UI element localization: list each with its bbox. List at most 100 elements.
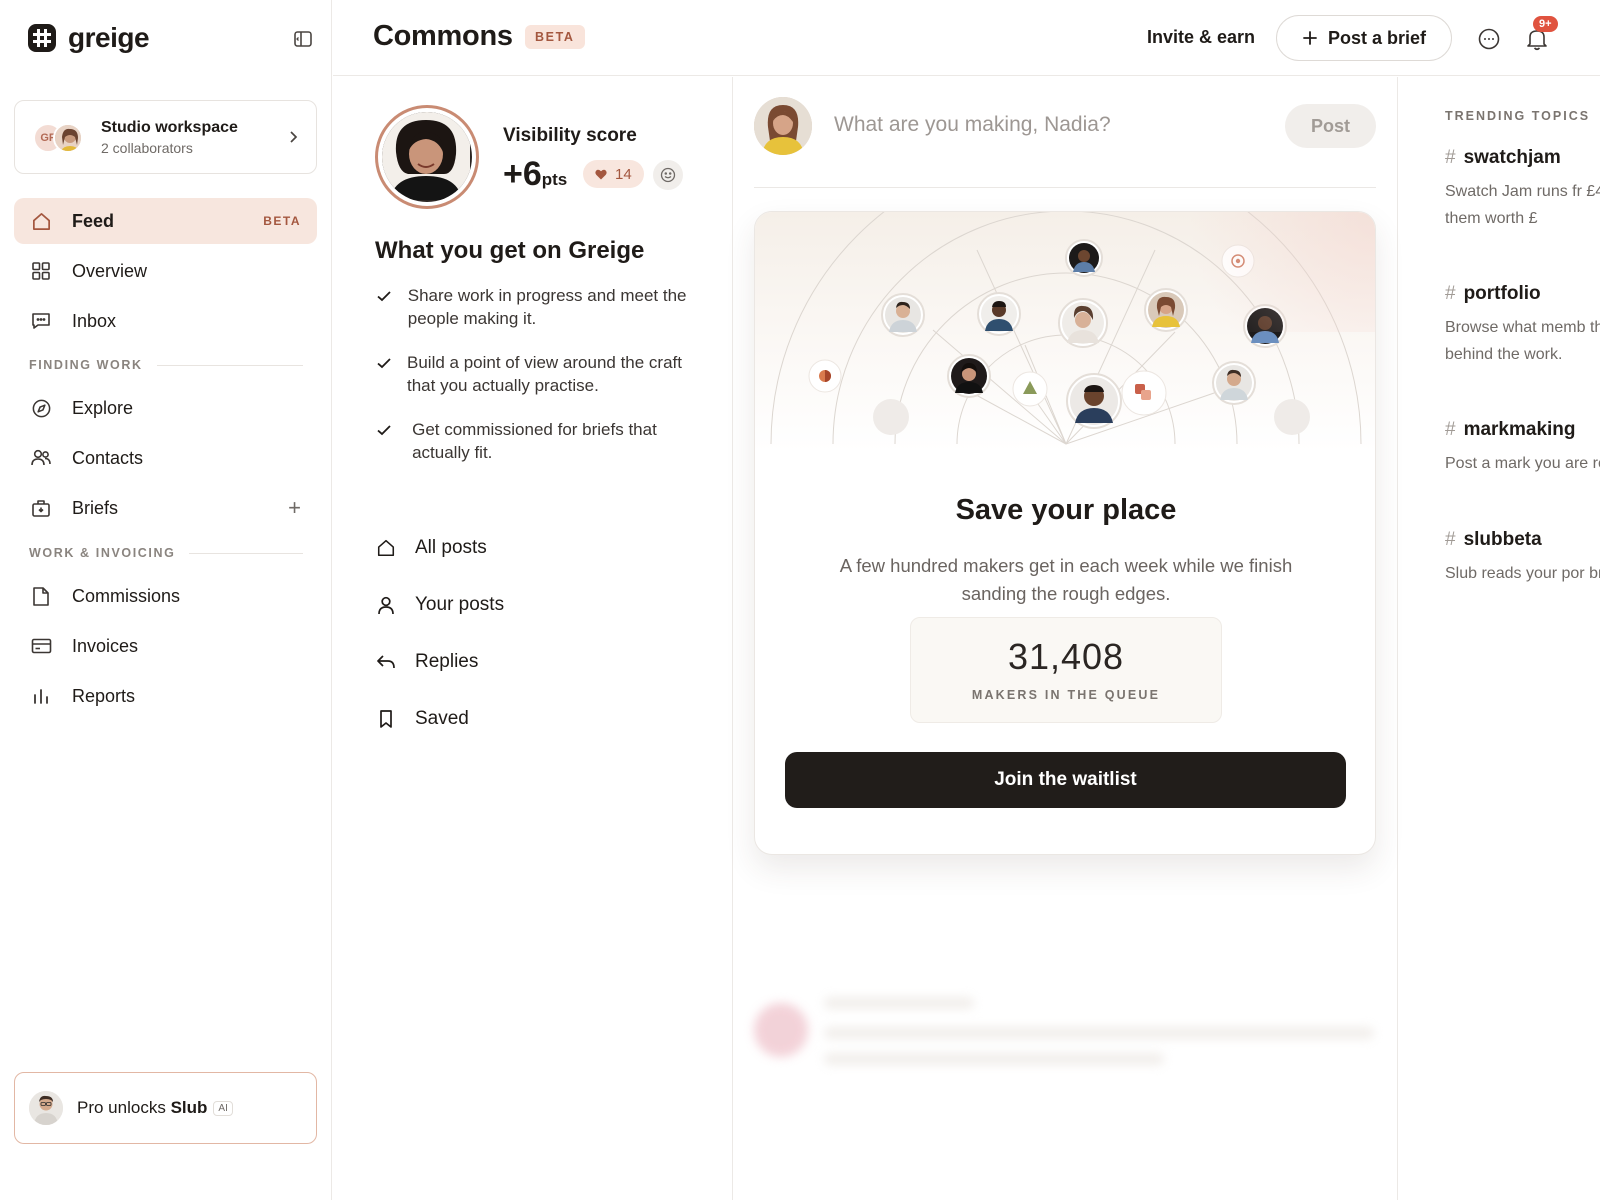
composer-avatar [754,97,812,155]
topic-tag: # slubbeta [1445,529,1600,551]
collaborator-avatar [53,123,83,153]
waitlist-description: A few hundred makers get in each week wh… [839,555,1293,604]
hash-icon: # [1445,419,1456,440]
benefit-text: Get commissioned for briefs that actuall… [412,420,657,462]
topic-tag-label: swatchjam [1463,147,1561,168]
add-brief-button[interactable]: + [288,495,301,521]
benefit-item: Get commissioned for briefs that actuall… [375,418,705,464]
heart-icon [595,169,607,179]
hash-icon: # [1445,529,1456,550]
briefcase-icon [30,497,52,519]
feed-nav-replies[interactable]: Replies [375,651,478,673]
sidebar-item-commissions[interactable]: Commissions [14,573,317,619]
sidebar-item-label: Contacts [72,447,144,468]
sidebar: greige GF Studio workspace 2 collaborato… [0,0,332,1200]
workspace-title: Studio workspace [101,118,238,136]
benefit-text: Build a point of view around the craft t… [407,353,682,395]
brand[interactable]: greige [28,22,150,54]
queue-label: MAKERS IN THE QUEUE [971,688,1161,702]
feed-nav-label: Your posts [415,594,505,615]
nav-section-work-invoicing: WORK & INVOICING [29,546,303,560]
beta-badge: BETA [525,25,585,49]
hash-icon: # [1445,147,1456,168]
workspace-avatars: GF [33,121,89,153]
benefit-item: Build a point of view around the craft t… [375,351,705,397]
target-icon [1221,244,1255,278]
card-icon [30,635,52,657]
placeholder-line [824,997,974,1009]
sidebar-item-briefs[interactable]: Briefs + [14,485,317,531]
nav-section-label: WORK & INVOICING [29,546,176,560]
greige-logo-icon [28,24,56,52]
community-illustration [755,212,1375,452]
check-icon [375,284,394,330]
post-button[interactable]: Post [1285,104,1376,148]
triangle-icon [1012,371,1048,407]
sidebar-item-label: Invoices [72,635,139,656]
trending-topic[interactable]: # markmaking Post a mark you are rough on… [1445,419,1600,478]
member-avatar [947,354,991,398]
feed-nav-saved[interactable]: Saved [375,708,469,730]
likes-count: 14 [615,165,632,183]
profile-avatar[interactable] [375,105,479,209]
topic-tag: # portfolio [1445,283,1600,305]
placeholder-line [824,1027,1374,1039]
workspace-switcher[interactable]: GF Studio workspace 2 collaborators [14,100,317,174]
composer-input[interactable]: What are you making, Nadia? [834,113,1111,137]
sidebar-item-feed[interactable]: Feed BETA [14,198,317,244]
likes-chip[interactable]: 14 [583,160,644,188]
sidebar-item-reports[interactable]: Reports [14,673,317,719]
nav-section-finding-work: FINDING WORK [29,358,303,372]
sidebar-item-label: Briefs [72,497,119,518]
grid-icon [30,260,52,282]
topic-tag-label: markmaking [1463,419,1576,440]
member-avatar [977,292,1021,336]
profile-photo [382,112,472,202]
queue-count: 31,408 [1007,636,1125,677]
messages-icon[interactable] [1476,26,1502,52]
member-avatar [1066,373,1122,429]
ai-chip: AI [213,1101,233,1117]
loading-post-placeholder [754,997,1376,1097]
topic-tag-label: portfolio [1463,283,1541,304]
hash-icon: # [1445,283,1456,304]
pro-upsell-prefix: Pro unlocks [77,1098,166,1117]
top-header: Commons BETA Invite & earn Post a brief … [333,0,1600,76]
trending-topic[interactable]: # portfolio Browse what memb this month, … [1445,283,1600,368]
sidebar-item-explore[interactable]: Explore [14,385,317,431]
invite-earn-link[interactable]: Invite & earn [1147,27,1255,48]
sidebar-item-label: Inbox [72,310,117,331]
user-icon [375,594,397,616]
pro-upsell-card[interactable]: Pro unlocks Slub AI [14,1072,317,1144]
feed-nav-your-posts[interactable]: Your posts [375,594,504,616]
smile-icon[interactable] [653,160,683,190]
sidebar-item-overview[interactable]: Overview [14,248,317,294]
topic-dot [808,359,842,393]
collapse-sidebar-icon[interactable] [290,26,316,52]
topic-tag-label: slubbeta [1463,529,1542,550]
sidebar-item-invoices[interactable]: Invoices [14,623,317,669]
sidebar-item-inbox[interactable]: Inbox [14,298,317,344]
trending-topic[interactable]: # swatchjam Swatch Jam runs fr £48k of st… [1445,147,1600,232]
feed-nav-label: Saved [415,708,469,729]
topic-tag: # markmaking [1445,419,1600,441]
post-brief-button[interactable]: Post a brief [1276,15,1452,61]
member-avatar [1144,288,1188,332]
topic-description: Post a mark you are rough one in for a c [1445,455,1600,472]
join-waitlist-button[interactable]: Join the waitlist [785,752,1346,808]
check-icon [375,351,393,397]
feed-nav-all-posts[interactable]: All posts [375,537,487,559]
sidebar-item-contacts[interactable]: Contacts [14,435,317,481]
nav-section-label: FINDING WORK [29,358,143,372]
compass-icon [30,397,52,419]
page-title: Commons [373,20,513,52]
chevron-right-icon [286,128,300,151]
reply-icon [375,651,397,673]
trending-topic[interactable]: # slubbeta Slub reads your por briefs tha… [1445,529,1600,588]
queue-counter: 31,408 MAKERS IN THE QUEUE [910,617,1222,723]
divider [156,364,303,366]
visibility-score-label: Visibility score [503,125,637,146]
feed-nav-label: Replies [415,651,479,672]
benefit-item: Share work in progress and meet the peop… [375,284,705,330]
profile-panel: Visibility score +6pts 14 What you get o… [333,77,733,1200]
